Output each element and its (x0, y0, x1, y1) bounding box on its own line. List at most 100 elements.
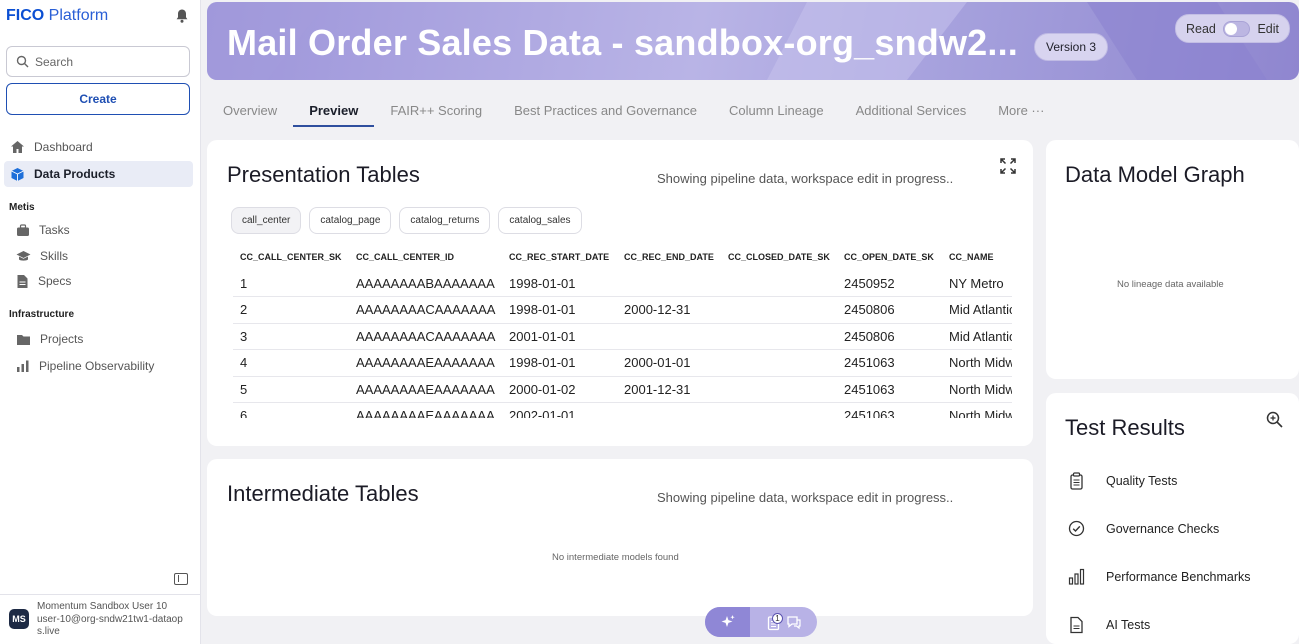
chip-catalog-sales[interactable]: catalog_sales (498, 207, 582, 234)
table-cell: 2 (233, 296, 349, 324)
chip-call-center[interactable]: call_center (231, 207, 302, 234)
tab-best-practices[interactable]: Best Practices and Governance (498, 100, 713, 127)
column-header[interactable]: CC_REC_START_DATE (502, 244, 617, 270)
table-cell: 6 (233, 402, 349, 418)
home-icon (11, 141, 24, 153)
tab-fair-scoring[interactable]: FAIR++ Scoring (374, 100, 498, 127)
table-cell: 2451063 (837, 349, 942, 377)
table-cell: 2001-01-01 (502, 323, 617, 350)
sidebar: FICO Platform Search Create Dashboard Da… (0, 0, 201, 644)
notification-badge: 1 (772, 612, 783, 624)
test-item-ai[interactable]: AI Tests (1068, 616, 1150, 634)
check-circle-icon (1068, 520, 1085, 537)
mode-read-label: Read (1186, 21, 1216, 36)
table-row: 3 AAAAAAAACAAAAAAA 2001-01-01 2450806 Mi… (233, 323, 1012, 350)
table-cell: Mid Atlantic (942, 296, 1012, 324)
column-header[interactable]: CC_REC_END_DATE (617, 244, 721, 270)
assistant-actions: 1 (750, 612, 817, 631)
brand-name-bold: FICO (6, 7, 45, 24)
bar-chart-icon (17, 360, 29, 372)
sidebar-item-label: Tasks (39, 223, 70, 237)
column-header[interactable]: CC_CALL_CENTER_ID (349, 244, 502, 270)
table-cell (721, 323, 837, 350)
mode-switch[interactable] (1222, 20, 1251, 37)
tab-overview[interactable]: Overview (207, 100, 293, 127)
sidebar-item-label: Data Products (34, 167, 116, 181)
table-cell: 2000-01-01 (617, 349, 721, 377)
tab-more[interactable]: More ··· (982, 100, 1060, 127)
table-cell: 2000-01-02 (502, 376, 617, 403)
sidebar-item-specs[interactable]: Specs (4, 268, 193, 294)
cube-icon (11, 167, 24, 181)
table-row: 4 AAAAAAAAEAAAAAAA 1998-01-01 2000-01-01… (233, 349, 1012, 377)
bell-icon[interactable] (174, 8, 190, 24)
table-cell: 1998-01-01 (502, 270, 617, 297)
brand-logo[interactable]: FICO Platform (6, 7, 108, 25)
document-icon (17, 274, 28, 288)
expand-icon[interactable] (1000, 158, 1016, 174)
tab-additional-services[interactable]: Additional Services (840, 100, 983, 127)
user-profile[interactable]: MS Momentum Sandbox User 10 user-10@org-… (0, 594, 200, 644)
folder-icon (17, 334, 30, 345)
intermediate-status: Showing pipeline data, workspace edit in… (657, 490, 954, 505)
column-header[interactable]: CC_CLOSED_DATE_SK (721, 244, 837, 270)
table-cell: AAAAAAAACAAAAAAA (349, 296, 502, 324)
sidebar-item-skills[interactable]: Skills (4, 243, 193, 269)
table-cell: 2001-12-31 (617, 376, 721, 403)
read-edit-toggle[interactable]: Read Edit (1175, 14, 1290, 43)
graduation-cap-icon (16, 250, 31, 261)
table-row: 5 AAAAAAAAEAAAAAAA 2000-01-02 2001-12-31… (233, 376, 1012, 403)
table-cell: 1998-01-01 (502, 296, 617, 324)
test-results-title: Test Results (1065, 415, 1185, 440)
test-item-quality[interactable]: Quality Tests (1068, 472, 1177, 490)
table-cell (617, 402, 721, 418)
test-item-label: AI Tests (1106, 618, 1151, 632)
briefcase-icon (17, 223, 29, 236)
chat-icon[interactable] (786, 614, 802, 630)
table-cell: 1998-01-01 (502, 349, 617, 377)
column-header[interactable]: CC_NAME (942, 244, 1012, 270)
column-header[interactable]: CC_OPEN_DATE_SK (837, 244, 942, 270)
test-item-governance[interactable]: Governance Checks (1068, 520, 1219, 537)
table-row: 2 AAAAAAAACAAAAAAA 1998-01-01 2000-12-31… (233, 296, 1012, 324)
search-input[interactable]: Search (6, 46, 190, 77)
tab-preview[interactable]: Preview (293, 100, 375, 127)
create-button[interactable]: Create (6, 83, 190, 115)
tab-column-lineage[interactable]: Column Lineage (713, 100, 840, 127)
table-cell (721, 270, 837, 297)
sidebar-item-projects[interactable]: Projects (4, 326, 193, 352)
collapse-sidebar-icon[interactable] (174, 573, 188, 585)
table-cell (721, 296, 837, 324)
intermediate-tables-card: Intermediate Tables Showing pipeline dat… (207, 459, 1033, 616)
ai-sparkle-button[interactable] (705, 607, 750, 637)
preview-table: CC_CALL_CENTER_SK CC_CALL_CENTER_ID CC_R… (233, 244, 1012, 418)
tab-bar: Overview Preview FAIR++ Scoring Best Pra… (207, 100, 1060, 128)
sidebar-item-pipeline-observability[interactable]: Pipeline Observability (4, 353, 193, 379)
test-item-label: Governance Checks (1106, 521, 1220, 536)
preview-table-scroll[interactable]: CC_CALL_CENTER_SK CC_CALL_CENTER_ID CC_R… (233, 244, 1012, 418)
chip-catalog-returns[interactable]: catalog_returns (399, 207, 491, 234)
table-cell: 2000-12-31 (617, 296, 721, 324)
user-info: Momentum Sandbox User 10 user-10@org-snd… (37, 601, 187, 639)
version-badge[interactable]: Version 3 (1034, 33, 1109, 61)
mode-edit-label: Edit (1257, 21, 1279, 36)
sidebar-item-data-products[interactable]: Data Products (4, 161, 193, 187)
chip-catalog-page[interactable]: catalog_page (309, 207, 392, 234)
table-cell: 2002-01-01 (502, 402, 617, 418)
test-item-performance[interactable]: Performance Benchmarks (1068, 568, 1251, 585)
sidebar-section-metis: Metis (9, 202, 35, 213)
zoom-in-icon[interactable] (1266, 411, 1283, 428)
user-email: user-10@org-sndw21tw1-dataops.live (37, 613, 183, 638)
user-name: Momentum Sandbox User 10 (37, 601, 168, 612)
sidebar-item-tasks[interactable]: Tasks (4, 217, 193, 243)
table-cell: AAAAAAAAEAAAAAAA (349, 402, 502, 418)
intermediate-empty-message: No intermediate models found (552, 552, 679, 563)
column-header[interactable]: CC_CALL_CENTER_SK (233, 244, 349, 270)
sidebar-item-dashboard[interactable]: Dashboard (4, 134, 193, 160)
data-model-graph-title: Data Model Graph (1065, 162, 1245, 187)
presentation-tables-card: Presentation Tables Showing pipeline dat… (207, 140, 1033, 446)
page-title: Mail Order Sales Data - sandbox-org_sndw… (227, 22, 1019, 63)
table-cell: AAAAAAAAEAAAAAAA (349, 376, 502, 403)
table-cell: 2451063 (837, 376, 942, 403)
table-cell: North Midwest (942, 349, 1012, 377)
